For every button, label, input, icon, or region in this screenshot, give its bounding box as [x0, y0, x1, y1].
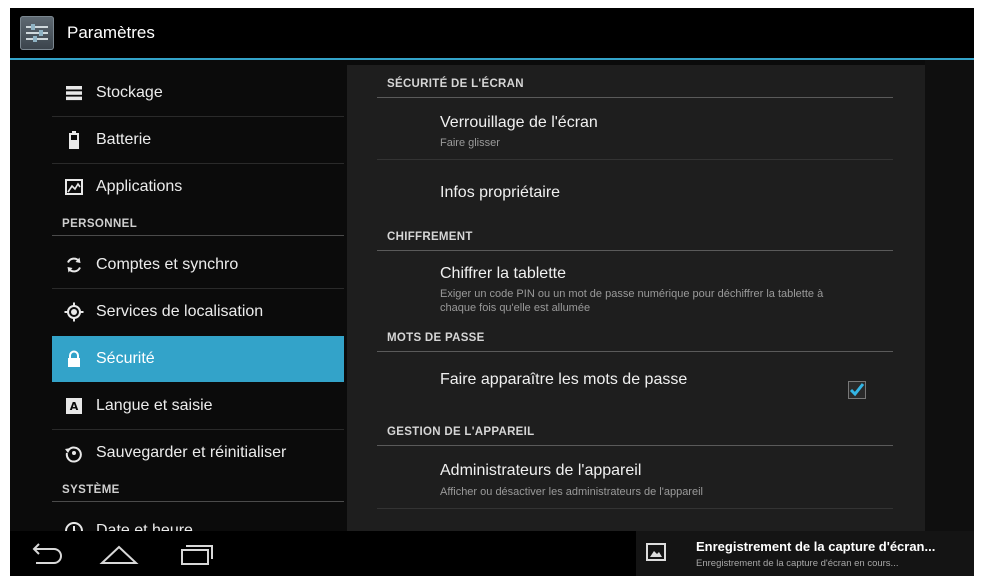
- nav-item-label: Date et heure: [96, 522, 193, 531]
- section-header-device-admin: GESTION DE L'APPAREIL: [387, 426, 535, 438]
- section-divider: [377, 445, 893, 446]
- settings-app-icon[interactable]: [20, 16, 54, 50]
- nav-item-storage[interactable]: Stockage: [52, 70, 344, 116]
- tablet-screen: Paramètres Stockage Batterie Application…: [10, 8, 974, 576]
- battery-icon: [69, 131, 79, 149]
- nav-item-label: Langue et saisie: [96, 397, 213, 414]
- nav-item-backup-reset[interactable]: Sauvegarder et réinitialiser: [52, 430, 344, 476]
- lock-icon: [68, 350, 80, 367]
- section-header-passwords: MOTS DE PASSE: [387, 332, 485, 344]
- divider: [377, 159, 893, 160]
- section-header-encryption: CHIFFREMENT: [387, 231, 473, 243]
- nav-item-label: Sauvegarder et réinitialiser: [96, 444, 287, 461]
- nav-item-location-services[interactable]: Services de localisation: [52, 289, 344, 335]
- nav-item-applications[interactable]: Applications: [52, 164, 344, 210]
- location-icon: [64, 302, 84, 322]
- sync-icon: [67, 257, 81, 273]
- settings-nav: Stockage Batterie Applications PERSONNEL: [10, 60, 345, 531]
- page-title: Paramètres: [67, 23, 155, 42]
- nav-item-language-input[interactable]: A Langue et saisie: [52, 383, 344, 429]
- nav-item-label: Stockage: [96, 84, 163, 101]
- nav-item-date-time[interactable]: Date et heure: [52, 508, 344, 531]
- applications-icon: [65, 179, 83, 195]
- section-header-personal: PERSONNEL: [62, 218, 138, 230]
- home-icon[interactable]: [98, 541, 140, 567]
- backup-restore-icon: [65, 446, 82, 463]
- divider: [377, 508, 893, 509]
- recent-apps-icon[interactable]: [176, 541, 216, 567]
- nav-item-accounts-sync[interactable]: Comptes et synchro: [52, 242, 344, 288]
- action-bar: Paramètres: [10, 8, 974, 60]
- nav-item-label: Services de localisation: [96, 303, 264, 320]
- notification-title: Enregistrement de la capture d'écran...: [696, 539, 936, 554]
- security-detail-pane: SÉCURITÉ DE L'ÉCRAN Verrouillage de l'éc…: [347, 65, 925, 531]
- show-passwords-checkbox[interactable]: [848, 381, 866, 399]
- pref-summary: Faire glisser: [440, 137, 500, 149]
- pref-title: Chiffrer la tablette: [440, 265, 566, 282]
- clock-icon: [65, 522, 83, 531]
- section-divider: [52, 501, 344, 502]
- pref-summary: Afficher ou désactiver les administrateu…: [440, 486, 703, 498]
- section-divider: [377, 97, 893, 98]
- keyboard-letter-icon: A: [66, 398, 82, 414]
- nav-item-label: Comptes et synchro: [96, 256, 239, 273]
- section-header-system: SYSTÈME: [62, 484, 120, 496]
- section-divider: [52, 235, 344, 236]
- pref-title: Faire apparaître les mots de passe: [440, 371, 688, 388]
- section-header-screen-security: SÉCURITÉ DE L'ÉCRAN: [387, 78, 524, 90]
- back-icon[interactable]: [26, 541, 66, 567]
- storage-icon: [66, 86, 82, 101]
- image-icon: [646, 543, 666, 561]
- pane-margin: [925, 60, 974, 531]
- section-divider: [377, 351, 893, 352]
- pref-title: Verrouillage de l'écran: [440, 114, 598, 131]
- checkmark-icon: [849, 383, 865, 397]
- nav-item-battery[interactable]: Batterie: [52, 117, 344, 163]
- pref-summary: Exiger un code PIN ou un mot de passe nu…: [440, 288, 824, 314]
- nav-item-label: Batterie: [96, 131, 152, 148]
- pref-title: Infos propriétaire: [440, 184, 561, 201]
- nav-item-label: Applications: [96, 178, 183, 195]
- pref-title: Administrateurs de l'appareil: [440, 462, 642, 479]
- svg-text:A: A: [70, 400, 79, 413]
- section-divider: [377, 250, 893, 251]
- screenshot-notification[interactable]: Enregistrement de la capture d'écran... …: [636, 531, 974, 576]
- nav-item-label: Sécurité: [96, 350, 155, 367]
- notification-text: Enregistrement de la capture d'écran en …: [696, 558, 899, 569]
- nav-item-security[interactable]: Sécurité: [52, 336, 344, 382]
